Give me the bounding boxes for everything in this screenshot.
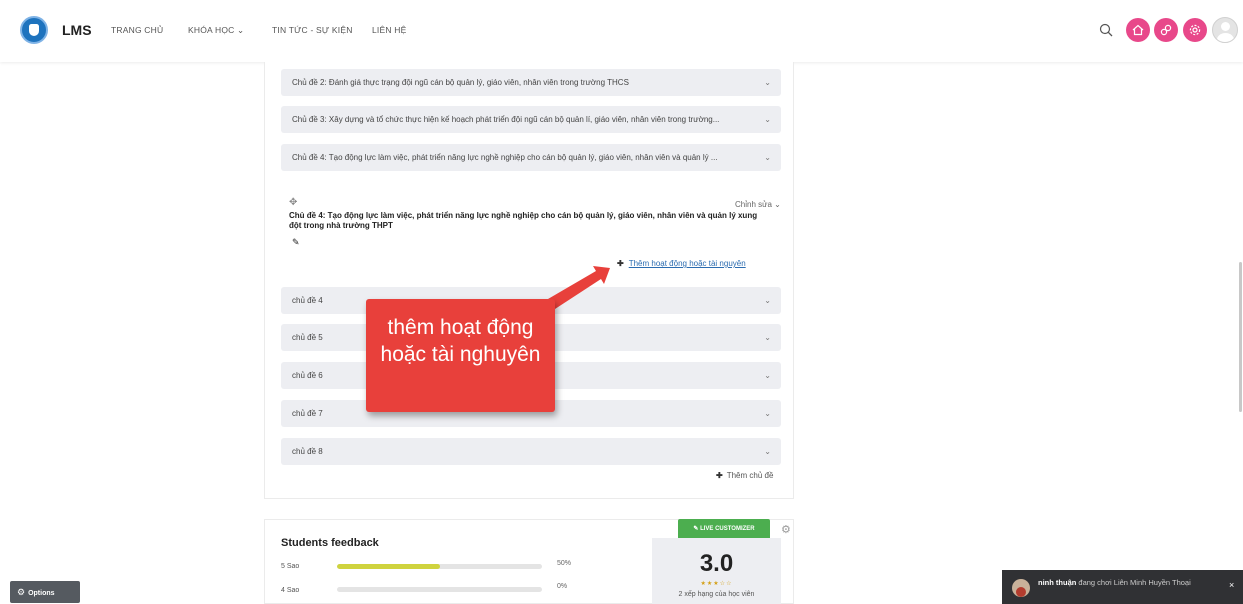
- nav-contact[interactable]: LIÊN HỆ: [372, 25, 406, 35]
- scrollbar-thumb[interactable]: [1239, 262, 1242, 412]
- average-score-box: 3.0 ★★★☆☆ 2 xếp hạng của học viên: [652, 538, 781, 604]
- rating-percent: 50%: [557, 560, 572, 567]
- nav-courses[interactable]: KHÓA HỌC ⌄: [188, 25, 244, 36]
- section-row[interactable]: Chủ đề 3: Xây dựng và tổ chức thực hiện …: [281, 106, 781, 133]
- section-title: Chủ đề 4: Tạo động lực làm việc, phát tr…: [289, 211, 758, 230]
- move-icon[interactable]: ✥: [289, 197, 297, 208]
- close-icon[interactable]: ×: [1229, 580, 1234, 590]
- rating-bar: [337, 564, 542, 569]
- chevron-down-icon[interactable]: ⌄: [764, 106, 771, 133]
- plus-icon: ✚: [716, 471, 723, 480]
- chevron-down-icon[interactable]: ⌄: [764, 144, 771, 171]
- annotation-callout: thêm hoạt động hoặc tài nghuyên: [366, 299, 555, 412]
- edit-menu[interactable]: Chỉnh sửa ⌄: [735, 200, 781, 209]
- chevron-down-icon[interactable]: ⌄: [764, 362, 771, 389]
- star-rating-icon: ★★★☆☆: [700, 581, 733, 587]
- chevron-down-icon[interactable]: ⌄: [764, 287, 771, 314]
- nav-news[interactable]: TIN TỨC - SỰ KIỆN: [272, 25, 353, 35]
- rating-percent: 0%: [557, 583, 568, 590]
- home-icon[interactable]: [1126, 18, 1150, 42]
- nav-home[interactable]: TRANG CHỦ: [111, 25, 163, 35]
- section-row[interactable]: Chủ đề 4: Tạo động lực làm việc, phát tr…: [281, 144, 781, 171]
- rating-count: 2 xếp hạng của học viên: [678, 591, 755, 598]
- chevron-down-icon[interactable]: ⌄: [764, 400, 771, 427]
- options-button[interactable]: ⚙ Options: [10, 581, 80, 603]
- settings-gear-icon[interactable]: ⚙: [781, 523, 791, 536]
- rating-label: 5 Sao: [281, 563, 300, 570]
- average-score: 3.0: [699, 550, 734, 577]
- chevron-down-icon[interactable]: ⌄: [764, 69, 771, 96]
- search-icon[interactable]: [1099, 23, 1113, 37]
- rating-bar: [337, 587, 542, 592]
- chevron-down-icon[interactable]: ⌄: [764, 438, 771, 465]
- live-customizer-button[interactable]: ✎ LIVE CUSTOMIZER: [678, 519, 770, 540]
- gear-icon: ⚙: [17, 587, 26, 597]
- topic-row[interactable]: chủ đề 8 ⌄: [281, 438, 781, 465]
- section-row[interactable]: Chủ đề 2: Đánh giá thực trạng đội ngũ cá…: [281, 69, 781, 96]
- user-avatar[interactable]: [1212, 17, 1238, 43]
- add-activity-link[interactable]: ✚ Thêm hoạt động hoặc tài nguyên: [617, 259, 746, 268]
- activity-notification: ninh thuận đang chơi Liên Minh Huyền Tho…: [1002, 570, 1243, 604]
- rating-bar-fill: [337, 564, 440, 569]
- gear-icon[interactable]: [1183, 18, 1207, 42]
- lms-logo[interactable]: [20, 16, 48, 44]
- feedback-title: Students feedback: [281, 537, 379, 549]
- notification-avatar: [1012, 579, 1030, 597]
- add-topic-button[interactable]: ✚ Thêm chủ đề: [716, 471, 773, 480]
- chevron-down-icon[interactable]: ⌄: [764, 324, 771, 351]
- link-icon[interactable]: [1154, 18, 1178, 42]
- top-navbar: LMS TRANG CHỦ KHÓA HỌC ⌄ TIN TỨC - SỰ KI…: [0, 0, 1243, 62]
- rating-label: 4 Sao: [281, 587, 300, 594]
- pencil-icon[interactable]: ✎: [292, 237, 300, 248]
- plus-icon: ✚: [617, 259, 624, 268]
- brand-name[interactable]: LMS: [62, 22, 92, 38]
- notification-text: ninh thuận đang chơi Liên Minh Huyền Tho…: [1038, 578, 1191, 587]
